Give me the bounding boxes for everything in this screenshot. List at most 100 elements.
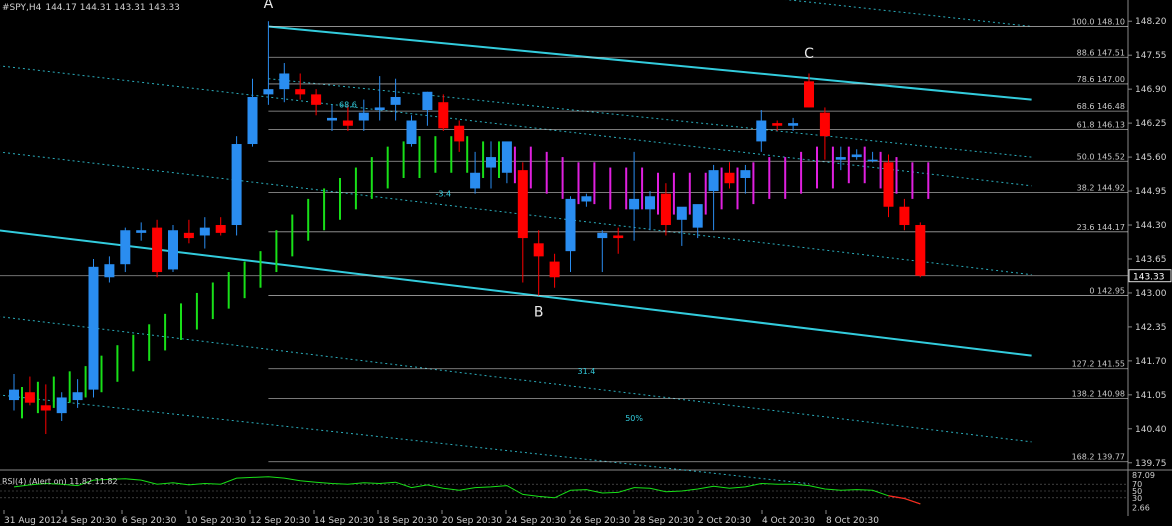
candle-body [804,81,814,108]
candle-body [470,172,481,189]
price-tick-label: 146.25 [1135,119,1167,129]
candle-body [819,112,830,137]
time-tick-label: 10 Sep 20:30 [186,516,246,526]
candle-body [422,91,433,111]
price-tick-label: 141.05 [1135,391,1167,401]
candle-body [327,117,337,121]
candle-body [56,397,67,414]
candle-body [692,204,703,228]
candle-body [136,230,147,233]
candlesticks [9,21,926,435]
time-tick-label: 8 Oct 20:30 [826,516,879,526]
price-tick-label: 143.65 [1135,255,1167,265]
fib-level-label: 138.2 140.98 [1072,390,1125,399]
channel-line [268,78,1032,158]
current-price-label: 143.33 [1133,273,1165,283]
time-tick-label: 14 Sep 20:30 [314,516,374,526]
candle-body [486,157,496,168]
price-tick-label: 141.70 [1135,357,1167,367]
candle-body [168,230,178,270]
price-tick-label: 146.90 [1135,85,1167,95]
price-chart[interactable]: 100.0 148.10 88.6 147.51 78.6 147.00 68.6 1… [0,0,1172,526]
candle-body [549,261,560,278]
price-tick-label: 140.40 [1135,425,1167,435]
chart-annotations: A B C 68.6 -3.4 31.4 50% [264,0,814,423]
candle-body [104,264,115,278]
candle-body [247,96,258,145]
candle-body [311,94,322,105]
candle-body [613,235,624,239]
price-tick-label: 142.35 [1135,323,1167,333]
candle-body [24,392,35,403]
candle-body [120,230,131,265]
rsi-oversold-segment [888,495,921,505]
fib-level-label: 78.6 147.00 [1077,75,1125,84]
channel-line [268,25,1032,101]
candle-body [501,141,512,173]
candle-body [533,243,544,257]
channel-level-label: -3.4 [435,189,451,198]
candle-body [724,172,735,184]
fib-level-label: 0 142.95 [1089,287,1125,296]
candle-body [517,170,528,239]
candle-body [263,89,274,95]
rsi-panel: RSI(4) (Alert on) 11.82 11.8287.09705030… [0,471,1155,512]
candle-body [629,198,640,210]
candle-body [88,266,99,390]
time-tick-label: 24 Sep 20:30 [506,516,566,526]
candle-body [883,162,894,207]
channel-level-label: 68.6 [339,100,357,109]
time-tick-label: 28 Sep 20:30 [634,516,694,526]
fib-level-label: 50.0 145.52 [1077,152,1125,161]
candle-body [199,227,210,236]
fib-level-label: 61.8 146.13 [1077,120,1125,129]
time-tick-label: 6 Sep 20:30 [122,516,177,526]
candle-body [756,120,767,142]
wave-label: C [804,46,814,62]
candle-body [708,170,719,192]
time-tick-label: 2 Oct 20:30 [698,516,751,526]
wave-label: B [534,304,544,320]
candle-body [565,198,576,252]
candle-body [660,193,671,226]
fib-level-label: 127.2 141.55 [1072,360,1125,369]
candle-body [740,170,751,178]
time-tick-label: 26 Sep 20:30 [570,516,630,526]
time-axis: 31 Aug 2012 4 Sep 20:30 6 Sep 20:30 10 Sep … [3,510,879,526]
candle-body [374,107,385,111]
candle-body [438,102,449,129]
rsi-tick-label: 30 [1132,494,1142,503]
price-tick-label: 145.60 [1135,153,1167,163]
fib-level-label: 23.6 144.17 [1077,223,1125,232]
channel-level-label: 31.4 [577,367,595,376]
time-tick-label: 31 Aug 2012 [4,516,62,526]
candle-body [406,120,417,145]
price-tick-label: 148.20 [1135,17,1167,27]
price-axis: 148.20 147.55 146.90 146.25 145.60 144.95 144.… [1128,17,1172,469]
candle-body [851,154,862,158]
candle-body [676,206,687,220]
fib-level-label: 88.6 147.51 [1077,48,1125,57]
price-tick-label: 144.95 [1135,187,1167,197]
candle-body [867,159,878,162]
candle-body [72,392,83,401]
candle-body [645,196,655,210]
candle-body [581,196,592,202]
candle-body [215,225,226,233]
candle-body [40,405,51,411]
fib-level-label: 68.6 146.48 [1077,102,1125,111]
rsi-tick-label: 87.09 [1132,471,1155,480]
candle-body [772,123,783,126]
channel-line [785,0,1032,27]
time-tick-label: 4 Sep 20:30 [62,516,117,526]
candle-body [358,112,369,121]
candle-body [152,227,163,273]
candle-body [835,157,846,160]
fib-level-label: 168.2 139.77 [1072,453,1125,462]
candle-body [295,89,306,95]
candle-body [342,120,353,126]
symbol-header: #SPY,H4 144.17 144.31 143.31 143.33 [2,3,180,13]
candle-body [279,73,290,90]
rsi-tick-label: 2.66 [1132,503,1150,512]
channel-level-label: 50% [625,414,643,423]
